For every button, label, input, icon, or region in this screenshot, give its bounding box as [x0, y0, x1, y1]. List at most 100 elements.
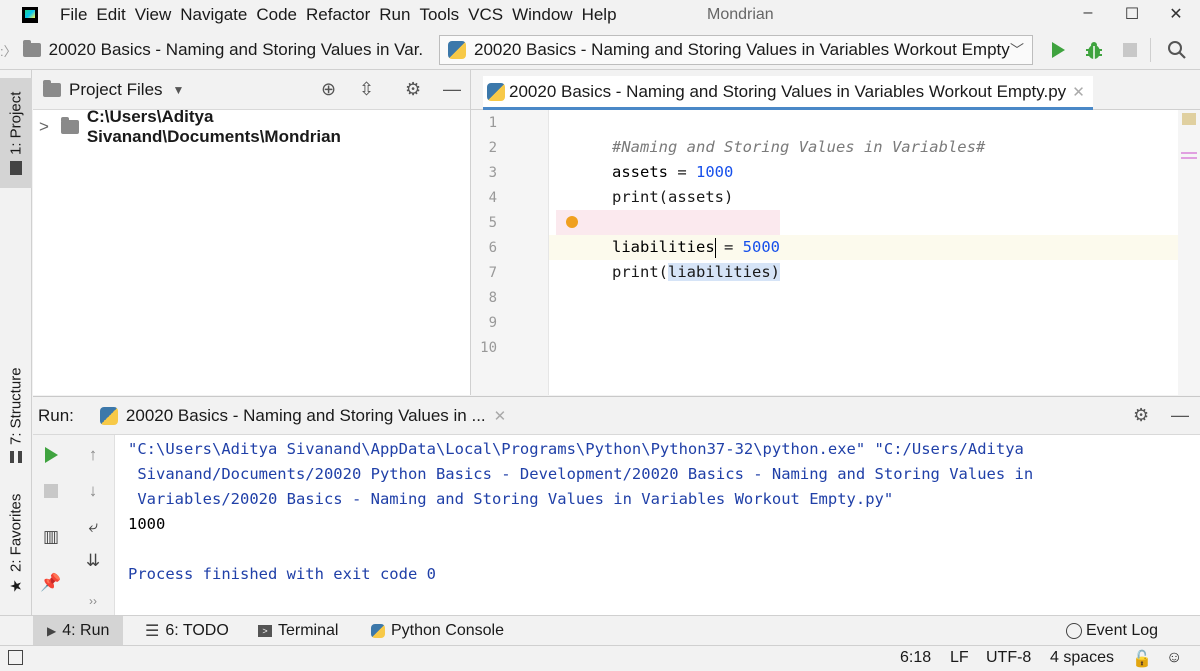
- code-line-5[interactable]: liabilities = 5000: [556, 210, 780, 256]
- collapse-all-icon[interactable]: ⇳: [359, 79, 374, 100]
- arrow-down-icon[interactable]: ↓: [81, 479, 105, 503]
- tab-python-console[interactable]: Python Console: [371, 616, 504, 646]
- locate-icon[interactable]: ⊕: [321, 79, 336, 100]
- tab-run[interactable]: ▶ 4: Run: [33, 616, 123, 646]
- run-panel-header: Run: 20020 Basics - Naming and Storing V…: [33, 397, 1200, 435]
- pycharm-logo-icon: [22, 7, 38, 23]
- tab-run-label: 4: Run: [62, 622, 110, 639]
- console-line: Sivanand/Documents/20020 Python Basics -…: [128, 465, 1034, 483]
- error-marker: [1181, 157, 1197, 159]
- close-tab-icon[interactable]: ✕: [1072, 83, 1085, 101]
- menu-tools[interactable]: Tools: [419, 5, 459, 25]
- stop-button[interactable]: [1116, 36, 1144, 64]
- breadcrumb-chevron-icon: :〉: [0, 43, 17, 59]
- search-everywhere-button[interactable]: [1163, 36, 1191, 64]
- line-number: 9: [488, 315, 497, 331]
- gear-icon[interactable]: ⚙: [1133, 405, 1149, 426]
- navigation-bar: :〉 20020 Basics - Naming and Storing Val…: [0, 30, 1200, 70]
- folder-icon: [22, 40, 41, 57]
- menu-file[interactable]: File: [60, 5, 87, 25]
- menu-refactor[interactable]: Refactor: [306, 5, 370, 25]
- project-panel-header: Project Files ▼ ⊕ ⇳ ⚙ —: [33, 70, 470, 110]
- code-line-1[interactable]: #Naming and Storing Values in Variables#: [556, 110, 985, 156]
- more-icon[interactable]: ››: [81, 589, 105, 613]
- tab-terminal[interactable]: > Terminal: [258, 616, 338, 646]
- arrow-up-icon[interactable]: ↑: [81, 443, 105, 467]
- menu-navigate[interactable]: Navigate: [180, 5, 247, 25]
- close-window-icon[interactable]: ✕: [1161, 4, 1191, 26]
- tab-favorites[interactable]: ★ 2: Favorites: [0, 490, 32, 600]
- file-encoding[interactable]: UTF-8: [986, 649, 1031, 667]
- line-number: 5: [488, 215, 497, 231]
- run-configuration-select[interactable]: 20020 Basics - Naming and Storing Values…: [439, 35, 1033, 65]
- play-icon: [45, 447, 58, 463]
- stop-button[interactable]: [39, 479, 63, 503]
- run-tool-window: Run: 20020 Basics - Naming and Storing V…: [33, 396, 1200, 616]
- code-line-3[interactable]: print(assets): [556, 160, 733, 206]
- line-number: 2: [488, 140, 497, 156]
- tab-project[interactable]: 1: Project: [0, 78, 32, 188]
- layout-icon[interactable]: ▥: [39, 525, 63, 549]
- scroll-to-end-icon[interactable]: ⇊: [81, 549, 105, 573]
- inspector-icon[interactable]: ☺: [1166, 649, 1182, 667]
- code-line-2[interactable]: assets = 1000: [556, 135, 733, 181]
- code-editor: 20020 Basics - Naming and Storing Values…: [471, 70, 1200, 395]
- tab-structure[interactable]: 7: Structure: [0, 360, 32, 470]
- menu-help[interactable]: Help: [582, 5, 617, 25]
- error-stripe[interactable]: [1178, 110, 1200, 395]
- chevron-down-icon: ﹀: [1010, 42, 1024, 58]
- menu-bar: File Edit View Navigate Code Refactor Ru…: [0, 0, 1200, 30]
- folder-icon: [60, 117, 79, 134]
- window-title: Mondrian: [707, 6, 774, 23]
- stop-icon: [1123, 43, 1137, 57]
- error-marker: [1181, 152, 1197, 154]
- caret-down-icon[interactable]: ▼: [173, 83, 185, 97]
- breadcrumb[interactable]: :〉 20020 Basics - Naming and Storing Val…: [0, 40, 423, 60]
- project-view-select[interactable]: Project Files: [69, 80, 163, 100]
- line-separator[interactable]: LF: [950, 649, 969, 667]
- pin-icon[interactable]: 📌: [39, 571, 63, 595]
- line-number: 10: [480, 340, 497, 356]
- run-label: Run:: [38, 405, 74, 425]
- editor-tab-active[interactable]: 20020 Basics - Naming and Storing Values…: [483, 76, 1093, 110]
- toggle-tool-windows-icon[interactable]: [8, 650, 23, 665]
- hide-panel-icon[interactable]: —: [1171, 405, 1189, 426]
- code-area[interactable]: #Naming and Storing Values in Variables#…: [556, 110, 1176, 395]
- warning-marker: [1182, 113, 1196, 125]
- rerun-button[interactable]: [39, 443, 63, 467]
- tab-structure-label: 7: Structure: [7, 367, 25, 445]
- menu-view[interactable]: View: [135, 5, 172, 25]
- indent-setting[interactable]: 4 spaces: [1050, 649, 1114, 667]
- debug-button[interactable]: [1080, 36, 1108, 64]
- hide-panel-icon[interactable]: —: [443, 79, 461, 100]
- intention-bulb-icon[interactable]: [566, 216, 578, 228]
- star-icon: ★: [7, 578, 25, 596]
- chevron-right-icon[interactable]: >: [39, 117, 49, 137]
- project-tool-icon: [10, 160, 22, 175]
- soft-wrap-icon[interactable]: ⤶: [81, 515, 105, 539]
- line-number: 1: [488, 115, 497, 131]
- python-file-icon: [99, 406, 118, 425]
- python-file-icon: [487, 82, 505, 101]
- menu-run[interactable]: Run: [379, 5, 410, 25]
- run-tab-label[interactable]: 20020 Basics - Naming and Storing Values…: [126, 406, 486, 426]
- gear-icon[interactable]: ⚙: [405, 79, 421, 100]
- code-line-6[interactable]: print(liabilities): [556, 235, 780, 281]
- close-tab-icon[interactable]: ✕: [494, 407, 507, 425]
- maximize-icon[interactable]: ☐: [1117, 4, 1147, 26]
- menu-window[interactable]: Window: [512, 5, 572, 25]
- tab-event-log[interactable]: Event Log: [1066, 616, 1158, 646]
- editor-tab-label: 20020 Basics - Naming and Storing Values…: [509, 81, 1067, 101]
- console-line: 1000: [128, 515, 166, 533]
- tab-todo[interactable]: ☰ 6: TODO: [145, 616, 229, 646]
- minimize-icon[interactable]: –: [1073, 4, 1103, 26]
- line-number: 6: [488, 240, 497, 256]
- code-text: print(assets): [612, 188, 734, 206]
- run-button[interactable]: [1044, 36, 1072, 64]
- menu-vcs[interactable]: VCS: [468, 5, 503, 25]
- menu-edit[interactable]: Edit: [96, 5, 125, 25]
- cursor-position[interactable]: 6:18: [900, 649, 931, 667]
- lock-icon[interactable]: 🔓: [1132, 649, 1152, 669]
- project-tree-root[interactable]: > C:\Users\Aditya Sivanand\Documents\Mon…: [33, 107, 470, 146]
- menu-code[interactable]: Code: [256, 5, 297, 25]
